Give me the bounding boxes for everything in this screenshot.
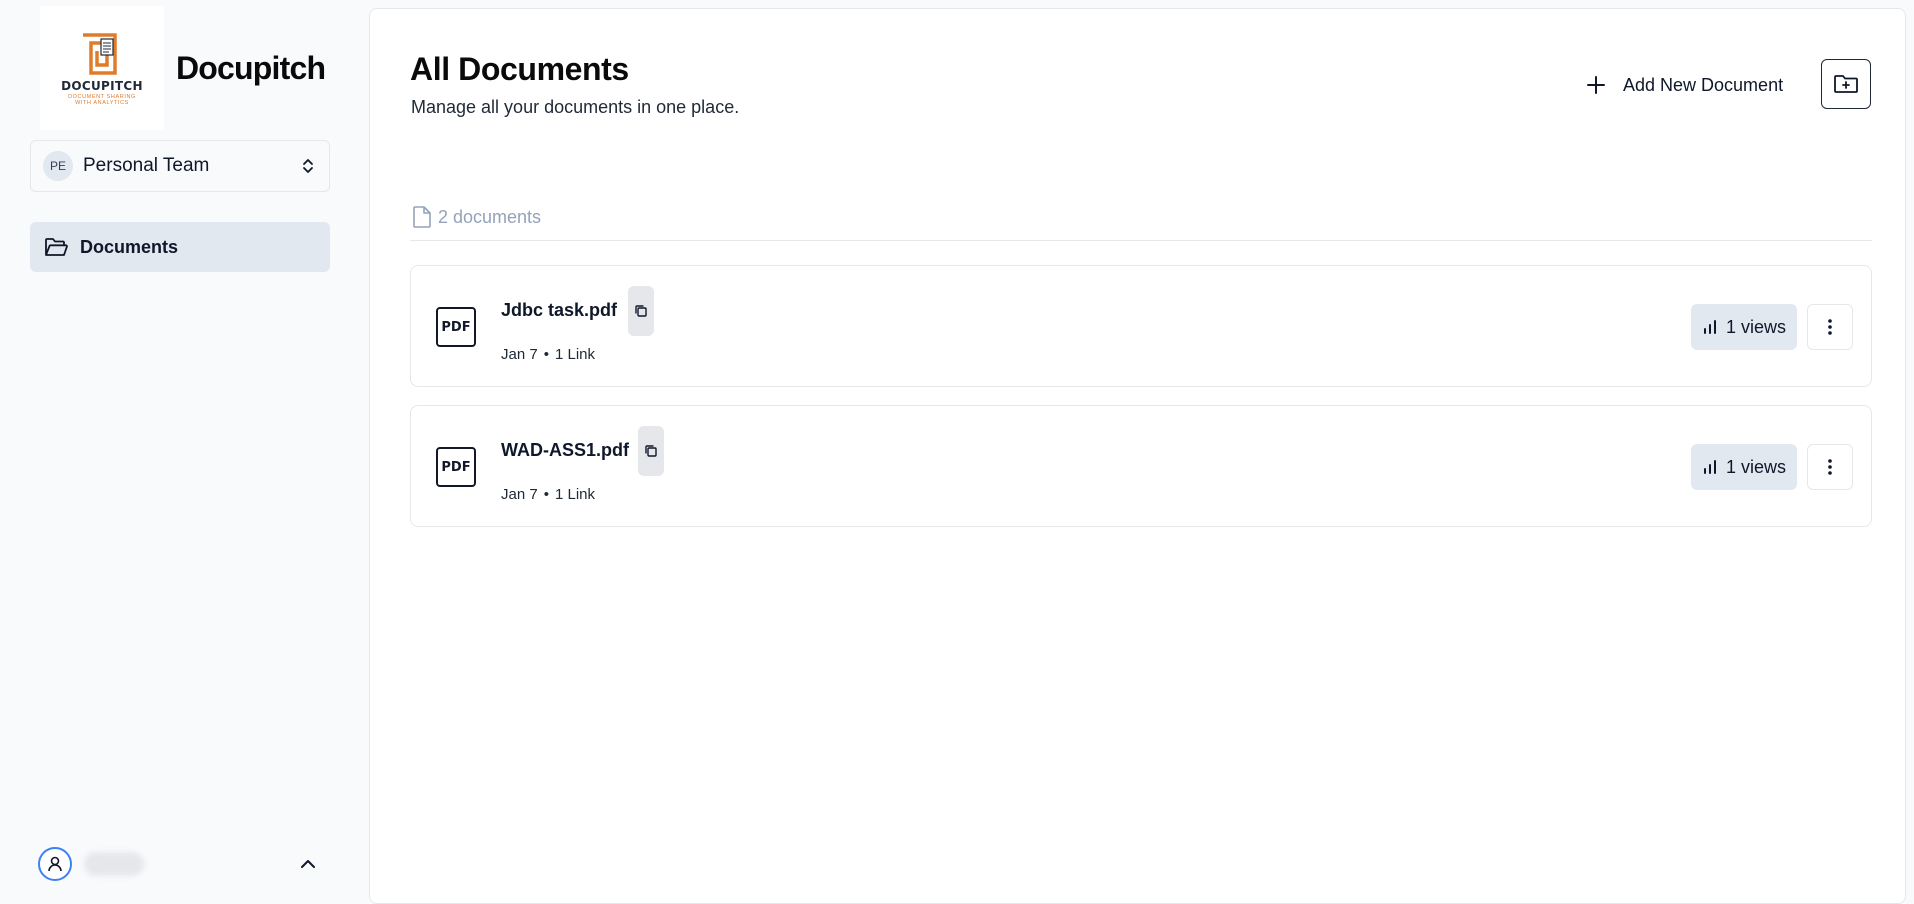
page-subtitle: Manage all your documents in one place.: [411, 97, 740, 117]
team-switcher[interactable]: PE Personal Team: [30, 140, 330, 192]
chevron-up-icon[interactable]: [298, 854, 318, 874]
document-count-label: 2 documents: [438, 206, 542, 227]
views-button[interactable]: 1 views: [1691, 304, 1797, 350]
chevrons-up-down-icon: [299, 157, 317, 175]
page-title: All Documents: [410, 51, 629, 87]
plus-icon: [1585, 74, 1607, 96]
logo-tagline: DOCUMENT SHARING WITH ANALYTICS: [68, 93, 136, 106]
sidebar-item-label: Documents: [80, 236, 179, 257]
pdf-file-icon: PDF: [436, 307, 476, 347]
new-folder-button[interactable]: [1821, 59, 1871, 109]
main-panel: All Documents Manage all your documents …: [369, 8, 1906, 904]
add-document-button[interactable]: Add New Document: [1585, 67, 1783, 103]
copy-link-button[interactable]: [638, 426, 664, 476]
user-avatar-icon: [38, 847, 72, 881]
more-options-button[interactable]: [1807, 444, 1853, 490]
meta-separator: •: [543, 346, 549, 363]
document-links: 1 Link: [554, 486, 595, 503]
team-name: Personal Team: [83, 155, 210, 176]
document-date: Jan 7: [501, 346, 538, 363]
add-document-label: Add New Document: [1623, 74, 1784, 95]
more-options-button[interactable]: [1807, 304, 1853, 350]
team-avatar: PE: [43, 151, 73, 181]
copy-icon: [634, 304, 648, 318]
sidebar-item-documents[interactable]: Documents: [30, 222, 330, 272]
brand[interactable]: DOCUPITCH DOCUMENT SHARING WITH ANALYTIC…: [40, 6, 326, 130]
folder-open-icon: [44, 236, 68, 258]
user-menu[interactable]: [38, 846, 328, 882]
sidebar: DOCUPITCH DOCUMENT SHARING WITH ANALYTIC…: [0, 0, 369, 904]
meta-separator: •: [543, 486, 549, 503]
views-button[interactable]: 1 views: [1691, 444, 1797, 490]
document-meta: Jan 7 • 1 Link: [501, 486, 595, 503]
logo-mark-icon: [83, 32, 117, 75]
document-meta: Jan 7 • 1 Link: [501, 346, 595, 363]
brand-name: Docupitch: [176, 49, 326, 86]
file-icon: [412, 205, 432, 229]
pdf-file-icon: PDF: [436, 447, 476, 487]
more-vertical-icon: [1827, 318, 1833, 336]
document-links: 1 Link: [554, 346, 595, 363]
logo-wordmark: DOCUPITCH: [61, 78, 143, 93]
brand-logo: DOCUPITCH DOCUMENT SHARING WITH ANALYTIC…: [40, 6, 164, 130]
document-row[interactable]: PDF WAD-ASS1.pdf Jan 7 • 1 Link 1 views: [410, 405, 1872, 527]
divider: [410, 240, 1872, 241]
document-name[interactable]: Jdbc task.pdf: [501, 300, 617, 321]
bar-chart-icon: [1702, 459, 1718, 475]
document-row[interactable]: PDF Jdbc task.pdf Jan 7 • 1 Link 1 views: [410, 265, 1872, 387]
document-date: Jan 7: [501, 486, 538, 503]
user-name-redacted: [84, 852, 144, 876]
folder-plus-icon: [1833, 73, 1859, 95]
bar-chart-icon: [1702, 319, 1718, 335]
views-label: 1 views: [1725, 316, 1787, 337]
more-vertical-icon: [1827, 458, 1833, 476]
document-name[interactable]: WAD-ASS1.pdf: [501, 440, 629, 461]
document-count: 2 documents: [412, 205, 541, 229]
views-label: 1 views: [1725, 456, 1787, 477]
copy-icon: [644, 444, 658, 458]
copy-link-button[interactable]: [628, 286, 654, 336]
